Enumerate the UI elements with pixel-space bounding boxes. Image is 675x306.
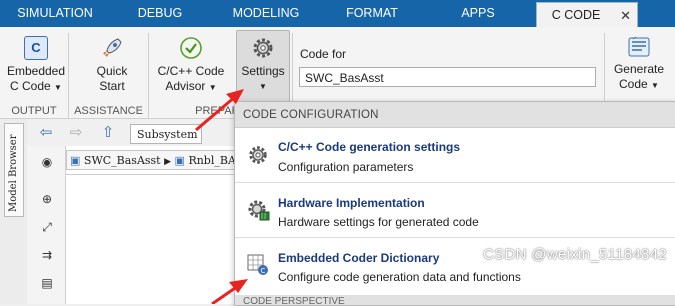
hide-browser-icon[interactable]: ◉	[39, 154, 55, 170]
settings-button-content[interactable]: Settings ▼	[236, 36, 290, 94]
group-divider	[148, 33, 149, 118]
tab-apps[interactable]: APPS	[422, 0, 534, 27]
embedded-c-code-button[interactable]: C Embedded C Code ▼	[4, 36, 68, 95]
close-icon[interactable]: ✕	[620, 3, 631, 28]
model-browser-tab[interactable]: Model Browser	[4, 123, 24, 217]
tab-simulation[interactable]: SIMULATION	[0, 0, 110, 27]
breadcrumb: ▣ SWC_BasAsst ▶ ▣ Rnbl_BA_	[66, 150, 246, 170]
zoom-icon[interactable]: ⊕	[39, 191, 55, 207]
dropdown-footer-header: CODE PERSPECTIVE	[235, 295, 675, 305]
menu-divider	[235, 237, 675, 238]
embedded-label-1: Embedded	[6, 64, 66, 78]
check-icon	[179, 36, 203, 60]
menu-divider	[235, 182, 675, 183]
advisor-label-1: C/C++ Code	[157, 64, 225, 78]
tab-modeling[interactable]: MODELING	[210, 0, 322, 27]
generate-label-2: Code ▼	[619, 77, 659, 91]
group-label-output: OUTPUT	[11, 105, 57, 117]
settings-label: Settings	[241, 64, 285, 78]
code-advisor-button[interactable]: C/C++ Code Advisor ▼	[153, 36, 229, 95]
code-for-input[interactable]: SWC_BasAsst	[299, 67, 596, 87]
hardware-gear-icon	[247, 198, 271, 222]
breadcrumb-separator-icon: ▶	[164, 157, 172, 167]
menu-item-code-generation-settings[interactable]: C/C++ Code generation settings Configura…	[235, 130, 675, 182]
gear-icon	[251, 36, 275, 60]
model-icon: ▣	[70, 154, 81, 167]
generate-code-icon	[627, 36, 651, 58]
subsystem-tab[interactable]: Subsystem	[130, 124, 202, 144]
signal-arrow-icon[interactable]: ⇉	[39, 247, 55, 263]
tab-c-code-label: C CODE	[551, 8, 601, 22]
menu-item-title: C/C++ Code generation settings	[278, 140, 461, 154]
menu-item-desc: Configuration parameters	[278, 160, 414, 174]
c-code-icon: C	[24, 36, 48, 60]
tab-debug[interactable]: DEBUG	[110, 0, 210, 27]
quick-start-button[interactable]: Quick Start	[80, 36, 144, 94]
menu-item-desc: Hardware settings for generated code	[278, 215, 479, 229]
back-arrow-icon[interactable]: ⇦	[38, 125, 54, 141]
menu-item-hardware-implementation[interactable]: Hardware Implementation Hardware setting…	[235, 184, 675, 236]
fit-view-icon[interactable]: ⤢	[39, 219, 55, 235]
tab-c-code[interactable]: C CODE ✕	[536, 2, 638, 28]
tab-format[interactable]: FORMAT	[322, 0, 422, 27]
watermark-text: CSDN @weixin_51184842	[483, 246, 667, 263]
code-for-label: Code for	[300, 47, 347, 61]
svg-text:C: C	[261, 267, 266, 275]
annotation-icon[interactable]: ▤	[39, 275, 55, 291]
quick-start-label-1: Quick	[96, 64, 128, 78]
subsystem-icon: ▣	[174, 154, 185, 167]
generate-code-button[interactable]: Generate Code ▼	[609, 36, 669, 93]
quick-start-label-2: Start	[99, 79, 125, 93]
chevron-down-icon: ▼	[259, 82, 267, 91]
up-arrow-icon[interactable]: ⇧	[100, 125, 116, 141]
generate-label-1: Generate	[613, 62, 665, 76]
advisor-label-2: Advisor ▼	[165, 79, 217, 93]
forward-arrow-icon[interactable]: ⇨	[68, 125, 84, 141]
menu-item-title: Embedded Coder Dictionary	[278, 251, 440, 265]
dictionary-icon: C	[247, 254, 269, 276]
menu-item-title: Hardware Implementation	[278, 196, 425, 210]
embedded-label-2: C Code ▼	[10, 79, 62, 93]
menu-item-desc: Configure code generation data and funct…	[278, 270, 521, 284]
settings-dropdown-menu: CODE CONFIGURATION C/C++ Code generation…	[234, 101, 675, 306]
dropdown-header: CODE CONFIGURATION	[235, 102, 675, 128]
group-label-assistance: ASSISTANCE	[74, 105, 143, 117]
gear-icon	[247, 144, 269, 166]
rocket-icon	[100, 36, 124, 60]
breadcrumb-root[interactable]: SWC_BasAsst	[84, 154, 161, 167]
